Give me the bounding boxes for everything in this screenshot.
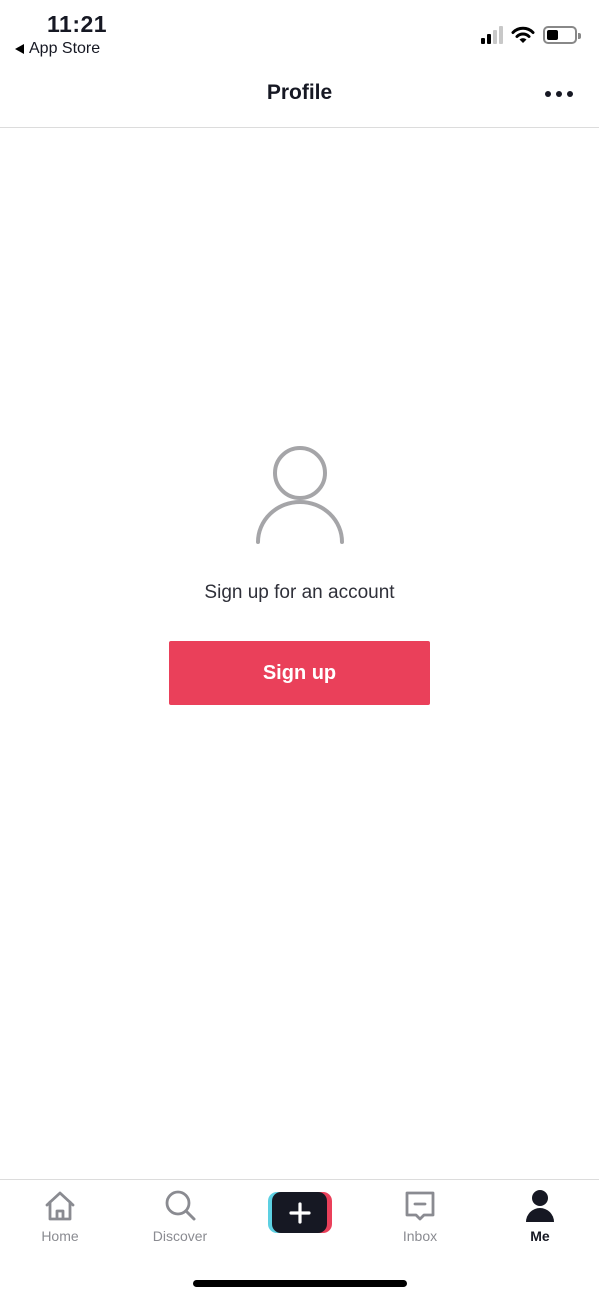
wifi-icon <box>511 26 535 43</box>
battery-icon <box>543 26 581 44</box>
tab-me[interactable]: Me <box>480 1188 599 1244</box>
tab-label: Me <box>530 1228 550 1244</box>
nav-header: Profile <box>0 75 599 128</box>
search-icon <box>165 1190 196 1221</box>
signup-prompt: Sign up for an account <box>204 582 395 603</box>
status-icons <box>481 26 581 44</box>
tab-label: Home <box>41 1228 79 1244</box>
plus-icon <box>288 1201 311 1224</box>
tab-home[interactable]: Home <box>0 1188 120 1244</box>
page-title: Profile <box>266 81 333 104</box>
home-icon <box>45 1191 75 1221</box>
create-video-button[interactable] <box>268 1192 332 1233</box>
home-indicator[interactable] <box>193 1280 407 1287</box>
inbox-icon <box>405 1191 435 1221</box>
back-to-app-store-link[interactable]: App Store <box>15 40 100 58</box>
tab-label: Discover <box>152 1228 208 1244</box>
person-outline-icon <box>255 446 344 544</box>
more-horizontal-icon <box>545 91 551 97</box>
tab-discover[interactable]: Discover <box>120 1188 240 1244</box>
cellular-signal-icon <box>481 26 503 44</box>
status-time: 11:21 <box>47 11 108 37</box>
back-triangle-icon <box>15 44 24 54</box>
person-icon <box>526 1190 554 1222</box>
signup-button[interactable]: Sign up <box>169 641 430 705</box>
tab-label: Inbox <box>402 1228 438 1244</box>
back-app-label: App Store <box>29 40 101 57</box>
more-options-button[interactable] <box>545 91 573 97</box>
tab-inbox[interactable]: Inbox <box>360 1188 480 1244</box>
status-bar: 11:21 App Store <box>0 0 599 75</box>
signup-empty-state: Sign up for an account Sign up <box>0 440 599 705</box>
